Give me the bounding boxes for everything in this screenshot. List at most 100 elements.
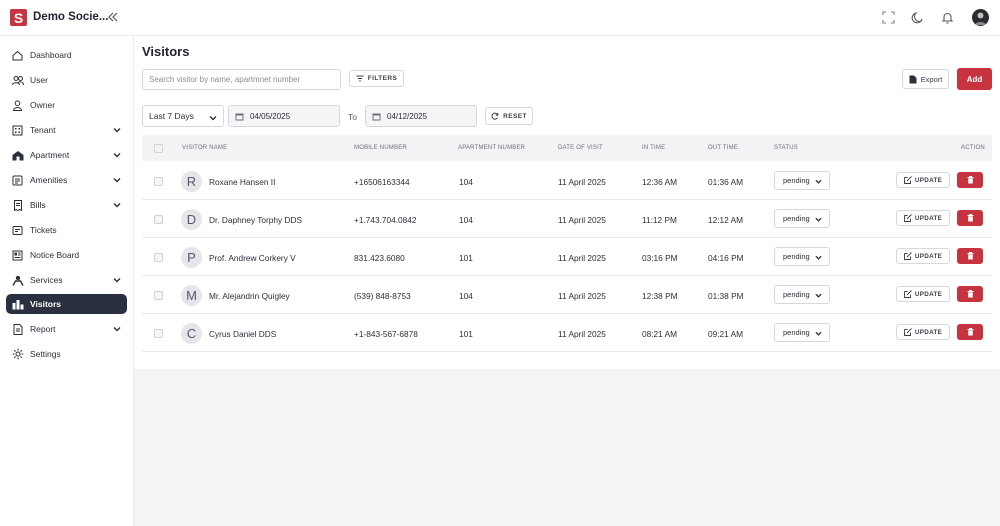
update-button[interactable]: UPDATE [896, 172, 950, 188]
bills-icon [11, 199, 24, 212]
row-checkbox[interactable] [154, 329, 163, 338]
delete-button[interactable] [957, 248, 983, 264]
sidebar-item-label: Amenities [30, 175, 68, 185]
update-label: UPDATE [914, 290, 943, 298]
trash-icon [967, 214, 973, 222]
status-select[interactable]: pending [774, 171, 830, 190]
status-select[interactable]: pending [774, 285, 830, 304]
logo-letter: S [13, 9, 24, 26]
visitor-name: Mr. Alejandrin Quigley [209, 291, 290, 301]
sidebar-item-settings[interactable]: Settings [6, 344, 127, 364]
collapse-sidebar-icon[interactable] [106, 10, 120, 24]
chevron-down-icon [815, 179, 822, 184]
trash-icon [967, 176, 973, 184]
visitor-avatar: M [181, 285, 202, 306]
chevron-down-icon [815, 293, 822, 298]
add-visitor-button[interactable]: Add [957, 68, 992, 90]
mobile-number: 831.423.6080 [354, 253, 405, 263]
row-checkbox[interactable] [154, 177, 163, 186]
sidebar-item-bills[interactable]: Bills [6, 195, 127, 215]
date-of-visit: 11 April 2025 [558, 329, 606, 339]
filters-button[interactable]: FILTERS [349, 70, 404, 87]
brand-name: Demo Socie... [33, 11, 109, 23]
moon-icon[interactable] [911, 11, 924, 24]
calendar-icon [235, 113, 244, 120]
sidebar-item-notice-board[interactable]: Notice Board [6, 245, 127, 265]
status-select[interactable]: pending [774, 209, 830, 228]
sidebar-item-label: Settings [30, 349, 61, 359]
sidebar-item-label: Owner [30, 100, 56, 110]
filter-icon [356, 75, 364, 82]
fullscreen-icon[interactable] [882, 11, 895, 24]
reset-button[interactable]: RESET [485, 107, 533, 125]
mobile-number: (539) 848-8753 [354, 291, 411, 301]
sidebar-item-visitors[interactable]: Visitors [6, 294, 127, 314]
date-of-visit: 11 April 2025 [558, 177, 606, 187]
chevron-down-icon [113, 327, 121, 332]
settings-icon [11, 348, 24, 361]
header-status: STATUS [774, 145, 798, 151]
delete-button[interactable] [957, 324, 983, 340]
sidebar-item-report[interactable]: Report [6, 319, 127, 339]
edit-icon [903, 252, 912, 260]
sidebar-item-tickets[interactable]: Tickets [6, 220, 127, 240]
visitor-avatar: P [181, 247, 202, 268]
visitor-name: Prof. Andrew Corkery V [209, 253, 296, 263]
delete-button[interactable] [957, 210, 983, 226]
owner-icon [11, 99, 24, 112]
row-checkbox[interactable] [154, 253, 163, 262]
apartment-number: 104 [459, 215, 473, 225]
update-label: UPDATE [914, 328, 943, 336]
row-checkbox[interactable] [154, 291, 163, 300]
sidebar-item-label: Apartment [30, 150, 70, 160]
sidebar-item-owner[interactable]: Owner [6, 95, 127, 115]
visitor-name: Roxane Hansen II [209, 177, 276, 187]
update-button[interactable]: UPDATE [896, 324, 950, 340]
sidebar-item-services[interactable]: Services [6, 270, 127, 290]
status-value: pending [783, 252, 810, 261]
delete-button[interactable] [957, 286, 983, 302]
reset-label: RESET [503, 112, 527, 120]
tenant-icon [11, 124, 24, 137]
from-date-input[interactable]: 04/05/2025 [228, 105, 340, 127]
export-button[interactable]: Export [902, 69, 949, 89]
sidebar-item-label: Notice Board [30, 250, 80, 260]
status-select[interactable]: pending [774, 247, 830, 266]
top-bar: S Demo Socie... [0, 0, 1000, 36]
chevron-down-icon [815, 217, 822, 222]
header-apartment-number: APARTMENT NUMBER [458, 145, 526, 151]
to-date-input[interactable]: 04/12/2025 [365, 105, 477, 127]
user-avatar[interactable] [972, 9, 989, 26]
select-all-checkbox[interactable] [154, 144, 163, 153]
sidebar-item-label: Tenant [30, 125, 56, 135]
to-date-value: 04/12/2025 [387, 111, 428, 121]
sidebar-item-amenities[interactable]: Amenities [6, 170, 127, 190]
status-select[interactable]: pending [774, 323, 830, 342]
header-date-of-visit: DATE OF VISIT [558, 145, 603, 151]
delete-button[interactable] [957, 172, 983, 188]
date-of-visit: 11 April 2025 [558, 291, 606, 301]
date-range-select[interactable]: Last 7 Days [142, 105, 224, 127]
export-file-icon [909, 75, 917, 83]
edit-icon [903, 176, 912, 184]
update-button[interactable]: UPDATE [896, 210, 950, 226]
to-label: To [348, 112, 357, 122]
visitor-avatar: D [181, 209, 202, 230]
mobile-number: +1.743.704.0842 [354, 215, 417, 225]
sidebar-item-apartment[interactable]: Apartment [6, 145, 127, 165]
out-time: 09:21 AM [708, 329, 744, 339]
sidebar-item-dashboard[interactable]: Dashboard [6, 45, 127, 65]
date-range-value: Last 7 Days [149, 111, 194, 121]
sidebar-item-user[interactable]: User [6, 70, 127, 90]
page-title: Visitors [142, 44, 190, 59]
bell-icon[interactable] [941, 11, 954, 24]
sidebar-item-tenant[interactable]: Tenant [6, 120, 127, 140]
update-button[interactable]: UPDATE [896, 248, 950, 264]
sidebar-item-label: Dashboard [30, 50, 72, 60]
search-input[interactable] [142, 69, 341, 90]
row-checkbox[interactable] [154, 215, 163, 224]
from-date-value: 04/05/2025 [250, 111, 291, 121]
calendar-icon [372, 113, 381, 120]
table-row: D Dr. Daphney Torphy DDS +1.743.704.0842… [142, 200, 992, 238]
update-button[interactable]: UPDATE [896, 286, 950, 302]
